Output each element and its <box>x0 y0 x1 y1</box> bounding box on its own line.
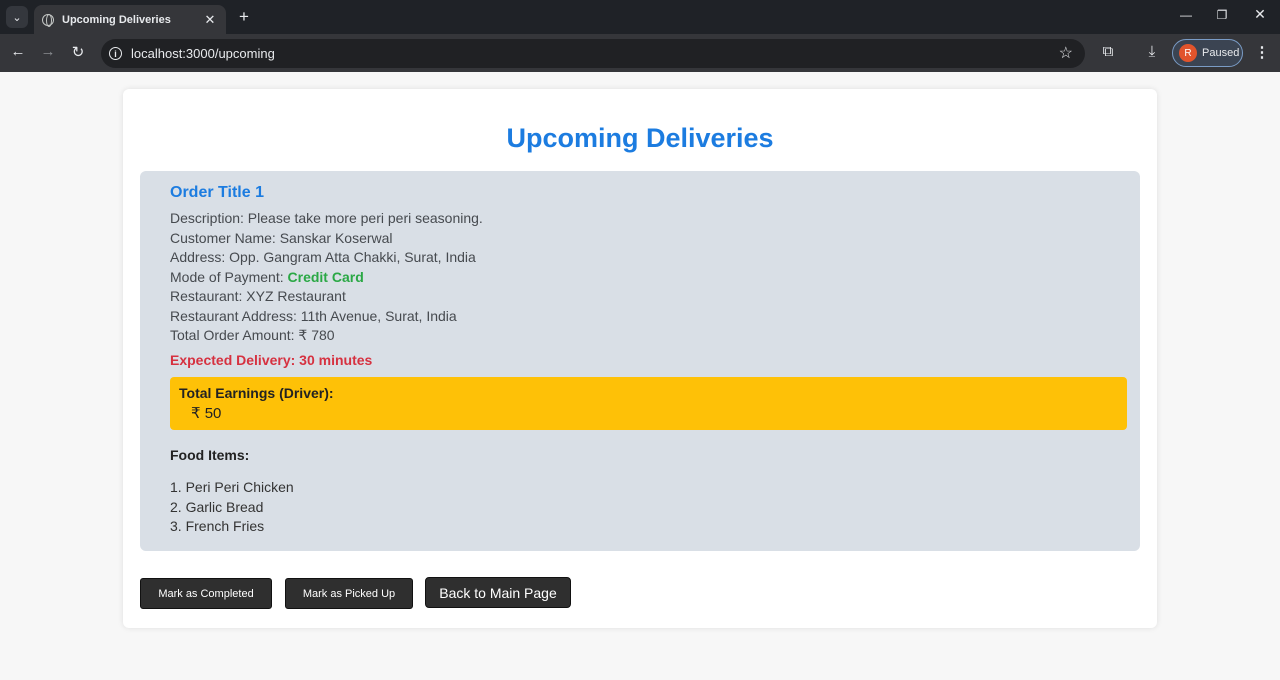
browser-tab-bar: ⌄ Upcoming Deliveries ✕ + — ❐ ✕ <box>0 0 1280 34</box>
browser-tab[interactable]: Upcoming Deliveries ✕ <box>34 5 226 34</box>
food-items-label: Food Items: <box>170 447 250 463</box>
site-info-icon[interactable]: i <box>109 47 122 60</box>
order-card: Order Title 1 Description: Please take m… <box>140 171 1140 551</box>
menu-icon[interactable]: ⋮ <box>1252 43 1272 61</box>
food-item: 1. Peri Peri Chicken <box>170 479 294 495</box>
driver-earnings-box: Total Earnings (Driver): ₹ 50 <box>170 377 1127 430</box>
bookmark-star-icon[interactable]: ☆ <box>1059 43 1073 63</box>
profile-status-label: Paused <box>1202 47 1240 59</box>
tab-close-icon[interactable]: ✕ <box>202 12 218 28</box>
total-order-amount: Total Order Amount: ₹ 780 <box>170 327 335 343</box>
forward-icon[interactable]: → <box>38 43 58 60</box>
download-icon[interactable]: ⤓ <box>1142 43 1162 60</box>
payment-mode: Mode of Payment: Credit Card <box>170 268 483 288</box>
tab-search-icon[interactable]: ⌄ <box>6 6 28 28</box>
payment-mode-value: Credit Card <box>287 268 364 285</box>
customer-address: Address: Opp. Gangram Atta Chakki, Surat… <box>170 249 476 265</box>
order-description: Description: Please take more peri peri … <box>170 210 483 226</box>
mark-picked-up-button[interactable]: Mark as Picked Up <box>285 578 413 609</box>
back-to-main-button[interactable]: Back to Main Page <box>425 577 571 608</box>
order-details: Description: Please take more peri peri … <box>170 209 483 346</box>
mark-completed-button[interactable]: Mark as Completed <box>140 578 272 609</box>
expected-delivery: Expected Delivery: 30 minutes <box>170 352 373 368</box>
customer-name: Customer Name: Sanskar Koserwal <box>170 229 393 246</box>
earnings-value: ₹ 50 <box>191 405 222 422</box>
restaurant-address: Restaurant Address: 11th Avenue, Surat, … <box>170 307 457 324</box>
food-items-list: 1. Peri Peri Chicken 2. Garlic Bread 3. … <box>170 478 294 537</box>
earnings-label: Total Earnings (Driver): <box>179 385 334 401</box>
page-title: Upcoming Deliveries <box>506 123 774 153</box>
extensions-icon[interactable]: ⧉ <box>1098 43 1118 60</box>
address-bar[interactable]: i localhost:3000/upcoming ☆ <box>101 39 1085 68</box>
close-window-icon[interactable]: ✕ <box>1250 6 1270 23</box>
food-item: 3. French Fries <box>170 518 265 534</box>
tab-title: Upcoming Deliveries <box>62 13 171 26</box>
order-title: Order Title 1 <box>170 184 264 201</box>
deliveries-card: Upcoming Deliveries Order Title 1 Descri… <box>123 89 1157 628</box>
minimize-icon[interactable]: — <box>1176 8 1196 22</box>
new-tab-icon[interactable]: + <box>234 7 254 27</box>
url-text[interactable]: localhost:3000/upcoming <box>131 46 275 61</box>
globe-icon <box>42 13 54 27</box>
restaurant-name: Restaurant: XYZ Restaurant <box>170 288 346 304</box>
browser-toolbar: ← → ↻ i localhost:3000/upcoming ☆ ⧉ ⤓ R … <box>0 34 1280 72</box>
back-icon[interactable]: ← <box>8 43 28 60</box>
food-item: 2. Garlic Bread <box>170 498 264 515</box>
payment-mode-label: Mode of Payment: <box>170 268 288 285</box>
reload-icon[interactable]: ↻ <box>68 43 88 61</box>
avatar: R <box>1179 44 1197 62</box>
profile-button[interactable]: R Paused <box>1172 39 1243 67</box>
maximize-icon[interactable]: ❐ <box>1212 8 1232 22</box>
